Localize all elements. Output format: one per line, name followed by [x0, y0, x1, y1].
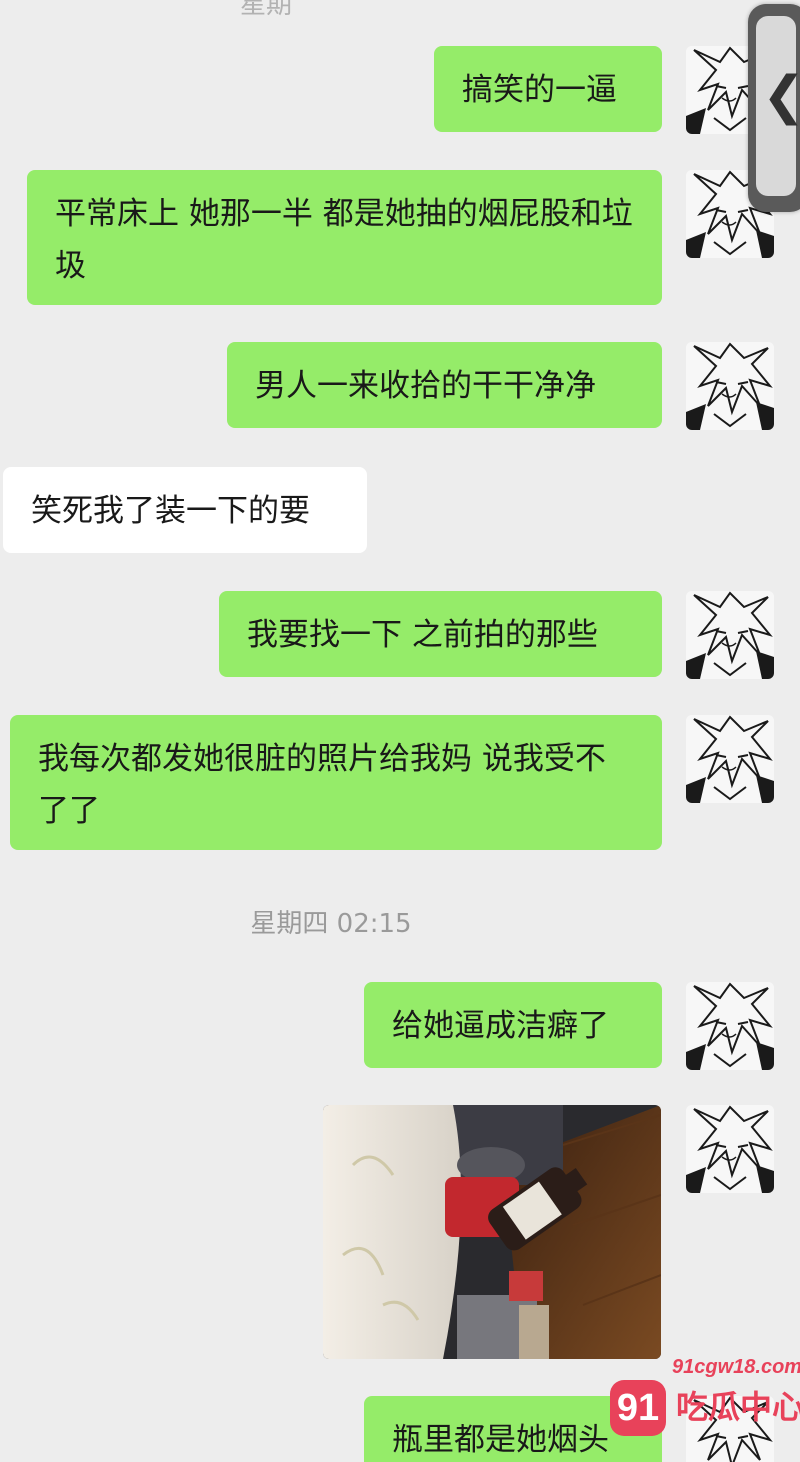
message-text: 我每次都发她很脏的照片给我妈 说我受不了了 [38, 741, 606, 829]
side-drawer-handle[interactable]: ❮ [748, 4, 800, 212]
avatar[interactable] [686, 591, 774, 679]
message-bubble-outgoing[interactable]: 平常床上 她那一半 都是她抽的烟屁股和垃圾 [27, 170, 662, 305]
manga-avatar-icon [686, 715, 774, 803]
manga-avatar-icon [686, 591, 774, 679]
message-text: 给她逼成洁癖了 [392, 1008, 609, 1044]
manga-avatar-icon [686, 1105, 774, 1193]
watermark-text: 吃瓜中心 [676, 1388, 800, 1426]
message-bubble-outgoing[interactable]: 我每次都发她很脏的照片给我妈 说我受不了了 [10, 715, 662, 850]
watermark-logo-badge: 91 [610, 1380, 666, 1436]
message-text: 搞笑的一逼 [462, 72, 617, 108]
watermark-url: 91cgw18.com [672, 1356, 800, 1378]
manga-avatar-icon [686, 342, 774, 430]
message-timestamp: 星期四 02:15 [250, 909, 412, 939]
chat-view[interactable]: 星期 搞笑的一逼 平常床上 她那一半 都是她抽的烟屁股和垃圾 男人一来收拾的干干… [0, 0, 800, 1462]
message-text: 笑死我了装一下的要 [31, 493, 310, 529]
avatar[interactable] [686, 982, 774, 1070]
avatar[interactable] [686, 715, 774, 803]
message-text: 男人一来收拾的干干净净 [255, 368, 596, 404]
chevron-left-icon: ❮ [762, 66, 800, 126]
message-bubble-outgoing[interactable]: 我要找一下 之前拍的那些 [219, 591, 662, 677]
message-text: 我要找一下 之前拍的那些 [247, 617, 598, 653]
avatar[interactable] [686, 1105, 774, 1193]
message-bubble-incoming[interactable]: 笑死我了装一下的要 [3, 467, 367, 553]
photo-thumbnail-icon [323, 1105, 661, 1359]
timestamp-partial: 星期 [240, 0, 293, 20]
watermark: 91cgw18.com 91 吃瓜中心 [610, 1356, 800, 1456]
photo-message[interactable] [323, 1105, 661, 1359]
message-text: 平常床上 她那一半 都是她抽的烟屁股和垃圾 [55, 196, 633, 284]
message-text: 瓶里都是她烟头 [392, 1422, 609, 1458]
message-bubble-outgoing[interactable]: 搞笑的一逼 [434, 46, 662, 132]
manga-avatar-icon [686, 982, 774, 1070]
avatar[interactable] [686, 342, 774, 430]
message-bubble-outgoing[interactable]: 男人一来收拾的干干净净 [227, 342, 662, 428]
message-bubble-outgoing[interactable]: 给她逼成洁癖了 [364, 982, 662, 1068]
